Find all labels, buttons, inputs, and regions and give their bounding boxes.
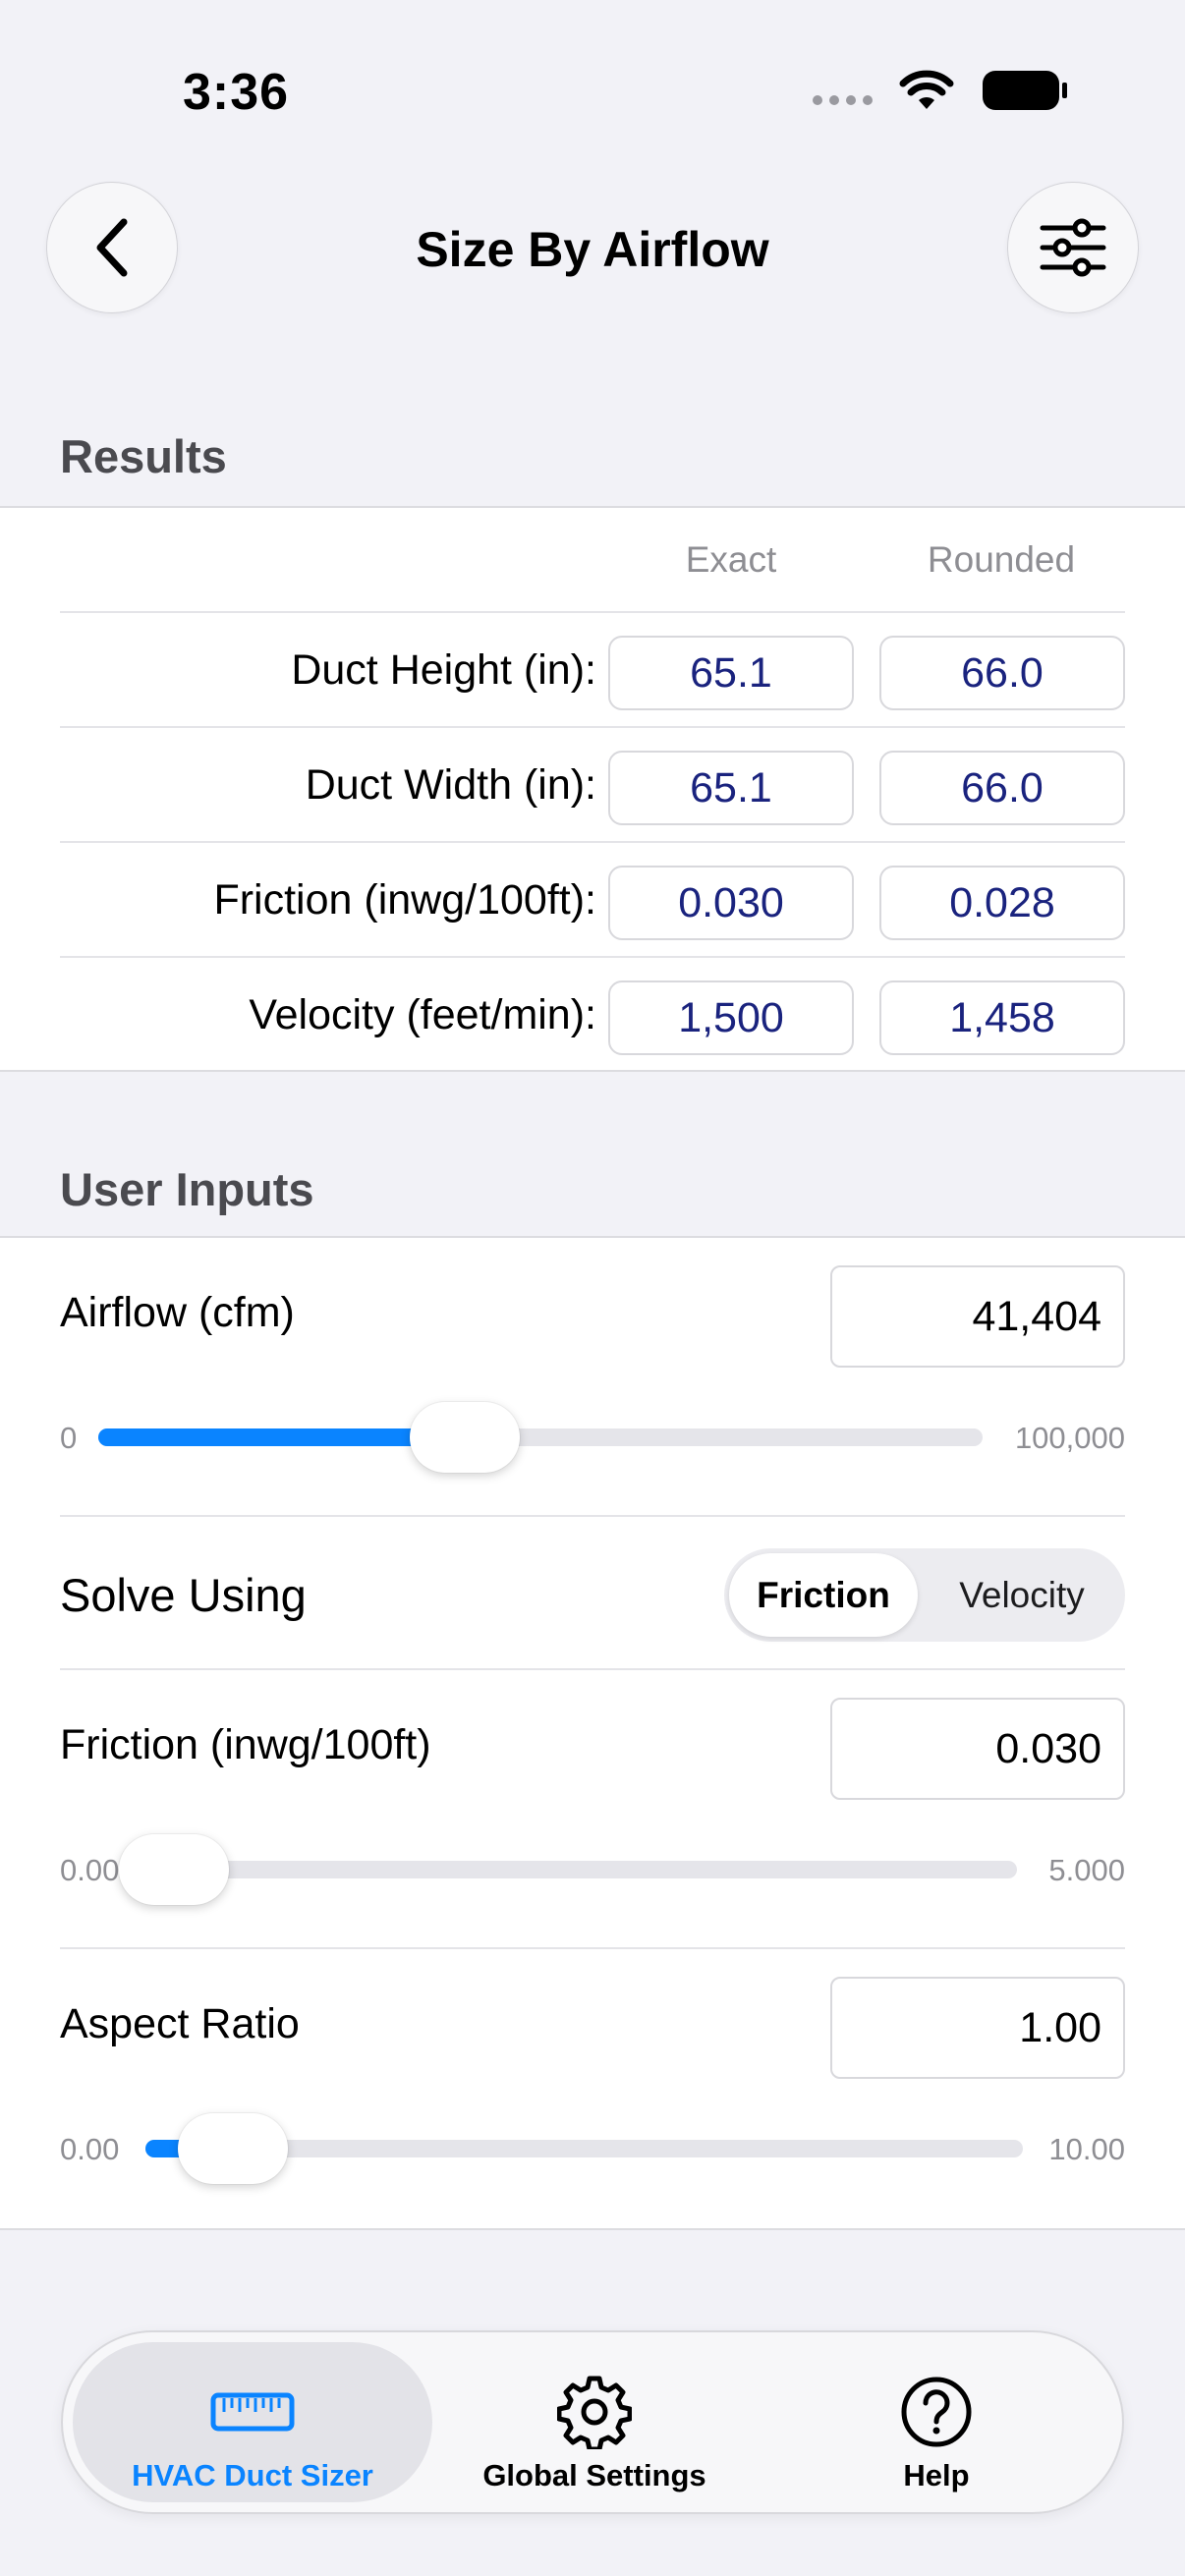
aspect-ratio-slider-min: 0.00	[60, 2132, 120, 2166]
tab-label: Global Settings	[482, 2458, 706, 2492]
result-exact-value: 65.1	[608, 751, 854, 825]
friction-slider[interactable]	[119, 1834, 1017, 1905]
tab-label: Help	[903, 2458, 970, 2492]
airflow-slider-thumb[interactable]	[409, 1402, 520, 1473]
aspect-ratio-slider-thumb[interactable]	[178, 2113, 289, 2184]
solve-using-segmented-control: Friction Velocity	[724, 1548, 1125, 1642]
result-label: Duct Width (in):	[305, 761, 596, 809]
aspect-ratio-slider-max: 10.00	[1048, 2132, 1125, 2166]
segment-friction[interactable]: Friction	[729, 1553, 918, 1637]
results-section-title: Results	[60, 430, 227, 482]
ruler-icon	[73, 2378, 432, 2446]
airflow-slider-max: 100,000	[1014, 1421, 1125, 1455]
exact-column-header: Exact	[685, 539, 777, 580]
result-rounded-value: 0.028	[879, 866, 1125, 940]
result-exact-value: 1,500	[608, 980, 854, 1055]
result-label: Friction (inwg/100ft):	[213, 876, 596, 924]
solve-using-label: Solve Using	[60, 1569, 307, 1621]
result-exact-value: 65.1	[608, 636, 854, 710]
divider	[60, 1668, 1125, 1670]
divider	[60, 1947, 1125, 1949]
result-label: Duct Height (in):	[291, 646, 596, 694]
airflow-slider[interactable]	[98, 1402, 983, 1473]
tab-global-settings[interactable]: Global Settings	[415, 2342, 774, 2502]
friction-slider-max: 5.000	[1048, 1853, 1125, 1887]
result-label: Velocity (feet/min):	[249, 991, 596, 1038]
results-card: Exact Rounded Duct Height (in): 65.1 66.…	[0, 506, 1185, 1072]
tab-bar: HVAC Duct Sizer Global Settings Help	[61, 2330, 1124, 2514]
result-row-friction: Friction (inwg/100ft): 0.030 0.028	[60, 841, 1125, 956]
aspect-ratio-slider[interactable]	[145, 2113, 1023, 2184]
friction-label: Friction (inwg/100ft)	[60, 1721, 431, 1768]
aspect-ratio-label: Aspect Ratio	[60, 2000, 300, 2047]
result-rounded-value: 66.0	[879, 751, 1125, 825]
navigation-bar: Size By Airflow	[0, 182, 1185, 314]
divider	[60, 1515, 1125, 1517]
friction-input[interactable]: 0.030	[830, 1698, 1125, 1800]
rounded-column-header: Rounded	[927, 539, 1076, 580]
settings-sliders-button[interactable]	[1007, 182, 1139, 313]
sliders-icon	[1040, 218, 1106, 277]
battery-icon	[983, 71, 1067, 110]
status-bar: 3:36	[0, 0, 1185, 177]
airflow-label: Airflow (cfm)	[60, 1289, 295, 1336]
result-rounded-value: 66.0	[879, 636, 1125, 710]
result-row-duct-width: Duct Width (in): 65.1 66.0	[60, 726, 1125, 841]
tab-help[interactable]: Help	[757, 2342, 1116, 2502]
result-row-duct-height: Duct Height (in): 65.1 66.0	[60, 611, 1125, 726]
user-inputs-section-title: User Inputs	[60, 1163, 314, 1215]
tab-hvac-duct-sizer[interactable]: HVAC Duct Sizer	[73, 2342, 432, 2502]
friction-slider-thumb[interactable]	[119, 1834, 230, 1905]
aspect-ratio-input[interactable]: 1.00	[830, 1977, 1125, 2079]
result-row-velocity: Velocity (feet/min): 1,500 1,458	[60, 956, 1125, 1071]
user-inputs-card: Airflow (cfm) 41,404 0 100,000 Solve Usi…	[0, 1236, 1185, 2230]
airflow-slider-min: 0	[60, 1421, 78, 1455]
result-exact-value: 0.030	[608, 866, 854, 940]
status-time: 3:36	[183, 64, 290, 121]
question-circle-icon	[757, 2377, 1116, 2447]
airflow-input[interactable]: 41,404	[830, 1265, 1125, 1368]
status-icons	[813, 69, 1069, 112]
cellular-dots-icon	[813, 95, 873, 105]
tab-label: HVAC Duct Sizer	[132, 2458, 373, 2492]
wifi-icon	[899, 70, 954, 109]
result-rounded-value: 1,458	[879, 980, 1125, 1055]
gear-icon	[415, 2376, 774, 2449]
segment-velocity[interactable]: Velocity	[924, 1553, 1120, 1637]
